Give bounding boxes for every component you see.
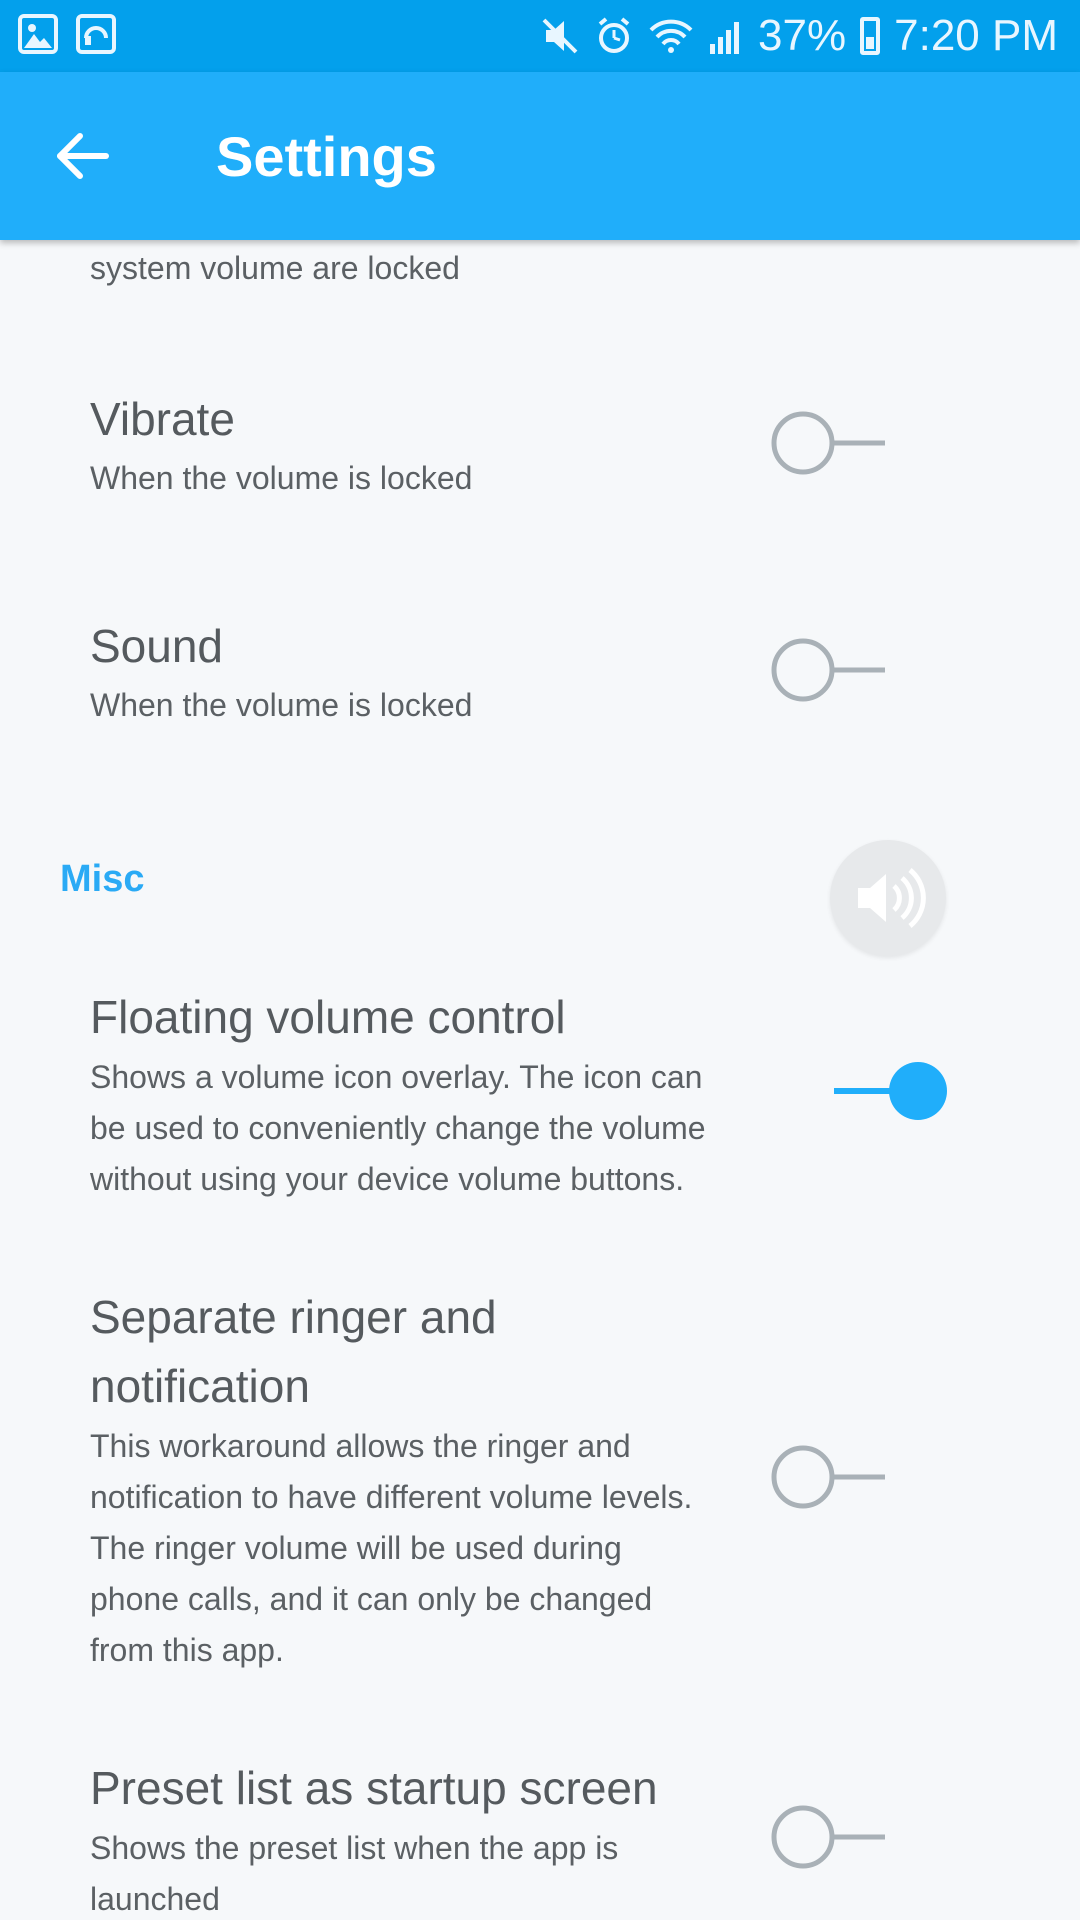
- mute-icon: [542, 18, 578, 54]
- status-left-icons: [18, 14, 116, 54]
- arrow-left-icon: [57, 133, 109, 179]
- pref-title-separate-1: Separate ringer and: [90, 1291, 497, 1343]
- vibrate-switch[interactable]: [765, 408, 885, 478]
- settings-screen: 37% 7:20 PM Settings system volume are l…: [0, 0, 1080, 1920]
- pref-summary-sound: When the volume is locked: [90, 687, 473, 723]
- floating-volume-switch[interactable]: [830, 1056, 950, 1126]
- pref-summary-separate-3: The ringer volume will be used during: [90, 1530, 622, 1566]
- pref-title-floating: Floating volume control: [90, 991, 566, 1043]
- pref-summary-preset-1: Shows the preset list when the app is: [90, 1830, 619, 1866]
- pref-title-sound: Sound: [90, 620, 224, 672]
- separate-ringer-switch[interactable]: [765, 1442, 885, 1512]
- alarm-icon: [598, 17, 630, 53]
- preset-startup-switch[interactable]: [765, 1802, 885, 1872]
- pref-summary-floating-2: be used to conveniently change the volum…: [90, 1110, 706, 1146]
- pref-title-preset: Preset list as startup screen: [90, 1762, 658, 1814]
- page-title: Settings: [216, 125, 437, 188]
- back-button[interactable]: [40, 112, 128, 200]
- pref-summary-preset-2: launched: [90, 1881, 220, 1917]
- pref-summary-separate-5: from this app.: [90, 1632, 284, 1668]
- pref-summary-separate-4: phone calls, and it can only be changed: [90, 1581, 653, 1617]
- gallery-icon: [18, 14, 58, 54]
- app-bar: Settings: [0, 72, 1080, 240]
- pref-summary-separate-2: notification to have different volume le…: [90, 1479, 693, 1515]
- pref-summary-vibrate: When the volume is locked: [90, 460, 473, 496]
- pref-summary-separate-1: This workaround allows the ringer and: [90, 1428, 631, 1464]
- signal-icon: [708, 18, 744, 54]
- battery-percent: 37%: [758, 11, 847, 60]
- status-time: 7:20 PM: [894, 11, 1058, 60]
- floating-volume-button[interactable]: [830, 840, 946, 956]
- section-header-misc: Misc: [60, 858, 145, 900]
- wifi-icon: [649, 19, 693, 53]
- sound-switch[interactable]: [765, 635, 885, 705]
- pref-summary-floating-3: without using your device volume buttons…: [90, 1161, 685, 1197]
- pref-summary-truncated: system volume are locked: [90, 250, 460, 286]
- speaker-volume-icon: [858, 868, 926, 928]
- headset-app-icon: [76, 14, 116, 54]
- pref-summary-floating-1: Shows a volume icon overlay. The icon ca…: [90, 1059, 703, 1095]
- status-bar: 37% 7:20 PM: [0, 0, 1080, 72]
- pref-title-separate-2: notification: [90, 1360, 310, 1412]
- battery-icon: [860, 17, 881, 55]
- pref-title-vibrate: Vibrate: [90, 393, 235, 445]
- status-right-icons: 37% 7:20 PM: [540, 8, 1058, 64]
